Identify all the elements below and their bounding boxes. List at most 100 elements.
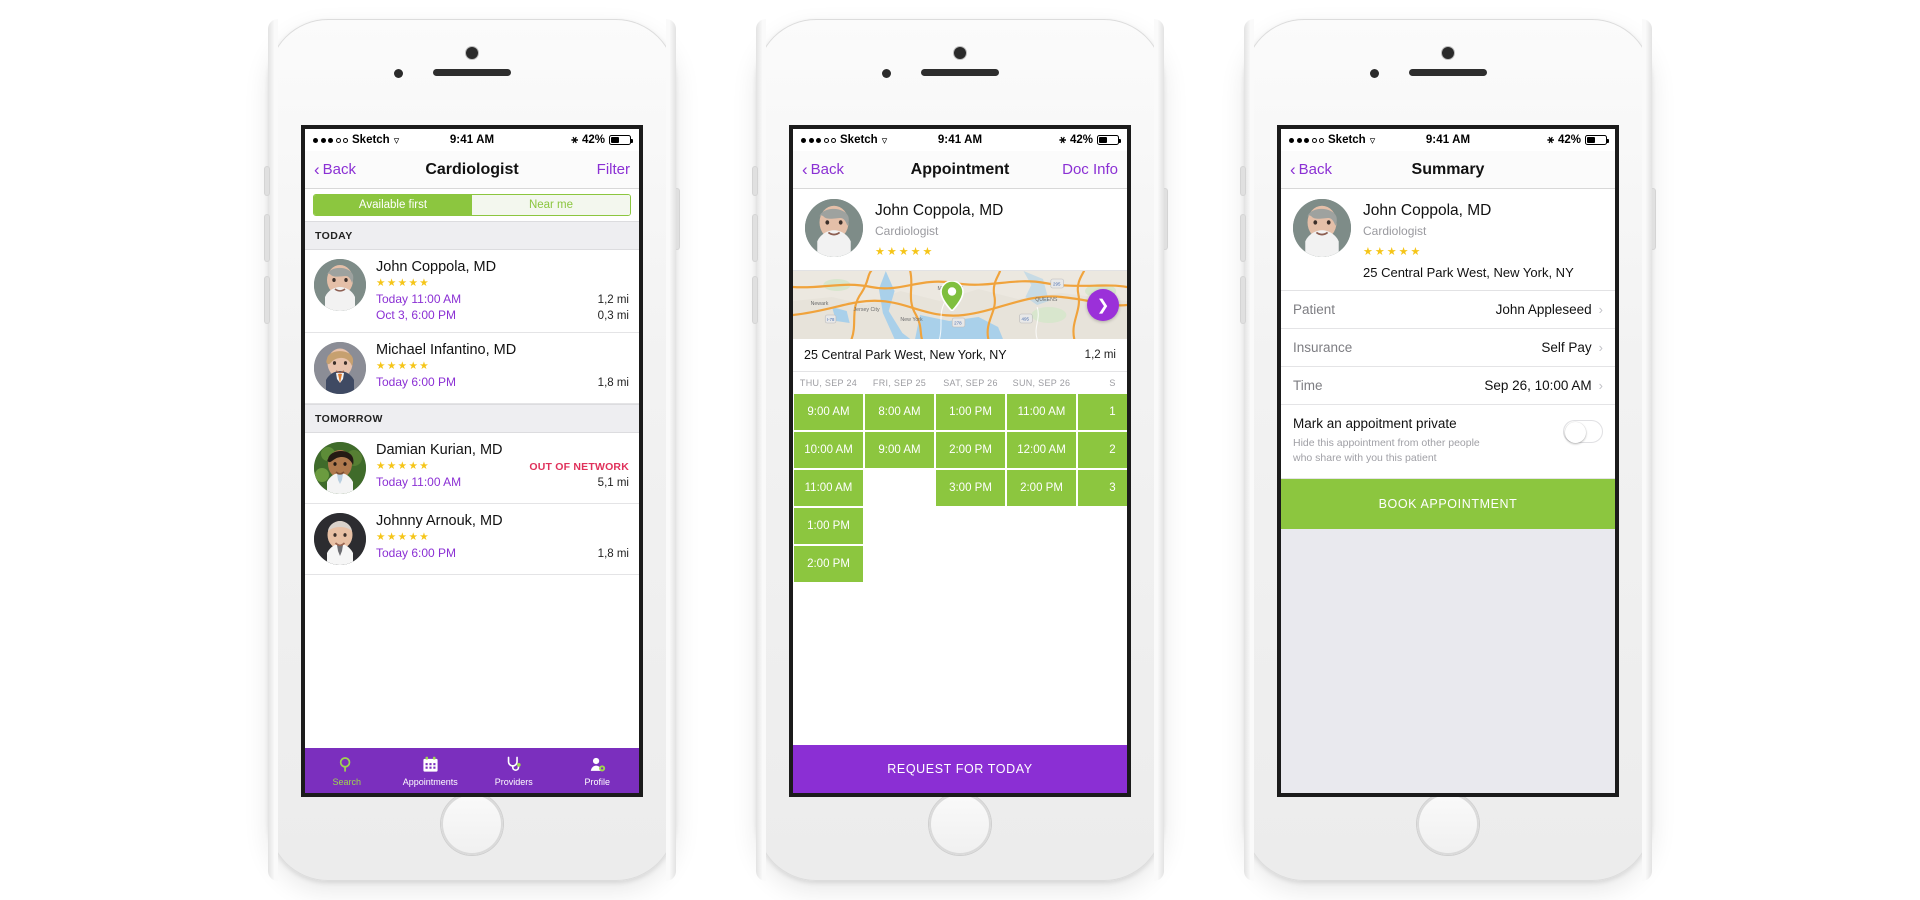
location-map[interactable]: Newark Jersey City New York MIDTOWN QUEE… xyxy=(793,271,1127,339)
volume-down-button[interactable] xyxy=(753,277,757,323)
earpiece-speaker xyxy=(921,69,999,76)
time-slot[interactable]: 12:00 AM xyxy=(1006,431,1077,469)
private-appointment-row: Mark an appoitment private Hide this app… xyxy=(1281,405,1615,480)
section-header-tomorrow: TOMORROW xyxy=(305,403,639,433)
tab-providers[interactable]: Providers xyxy=(472,755,556,787)
summary-row-time[interactable]: Time Sep 26, 10:00 AM › xyxy=(1281,367,1615,405)
segment-available-first[interactable]: Available first xyxy=(314,195,472,215)
appointment-slot[interactable]: Oct 3, 6:00 PM xyxy=(376,307,456,323)
day-header-row[interactable]: THU, SEP 24 FRI, SEP 25 SAT, SEP 26 SUN,… xyxy=(793,372,1127,393)
tab-label: Providers xyxy=(494,776,533,787)
time-slot[interactable]: 2:00 PM xyxy=(935,431,1006,469)
time-slot[interactable]: 10:00 AM xyxy=(793,431,864,469)
tab-appointments[interactable]: Appointments xyxy=(389,755,473,787)
tab-profile[interactable]: Profile xyxy=(556,755,640,787)
volume-down-button[interactable] xyxy=(1241,277,1245,323)
volume-up-button[interactable] xyxy=(265,215,269,261)
home-button[interactable] xyxy=(929,793,991,855)
tab-bar: Search Appointments Providers Profile xyxy=(305,748,639,793)
summary-row-insurance[interactable]: Insurance Self Pay › xyxy=(1281,329,1615,367)
tab-label: Profile xyxy=(584,776,610,787)
battery-percent: 42% xyxy=(1557,134,1581,146)
field-value: Sep 26, 10:00 AM xyxy=(1484,378,1592,393)
chevron-left-icon: ‹ xyxy=(1290,159,1296,179)
time-slot[interactable]: 9:00 AM xyxy=(793,393,864,431)
doctor-list-item[interactable]: Damian Kurian, MD ★★★★★ OUT OF NETWORK T… xyxy=(305,432,639,504)
doc-info-button[interactable]: Doc Info xyxy=(1062,161,1118,178)
appointment-slot[interactable]: Today 11:00 AM xyxy=(376,474,461,490)
time-slot-empty xyxy=(864,507,935,545)
avatar xyxy=(314,441,366,494)
time-slot-row: 10:00 AM 9:00 AM 2:00 PM 12:00 AM 2 xyxy=(793,431,1127,469)
signal-strength-icon xyxy=(801,137,836,143)
time-slot-row: 9:00 AM 8:00 AM 1:00 PM 11:00 AM 1 xyxy=(793,393,1127,431)
time-slot[interactable]: 11:00 AM xyxy=(793,469,864,507)
private-toggle[interactable] xyxy=(1563,420,1603,443)
appointment-slot[interactable]: Today 6:00 PM xyxy=(376,374,456,390)
filter-button[interactable]: Filter xyxy=(597,161,630,178)
time-slot[interactable]: 9:00 AM xyxy=(864,431,935,469)
summary-row-patient[interactable]: Patient John Appleseed › xyxy=(1281,291,1615,329)
carrier-label: Sketch xyxy=(1328,134,1366,146)
tab-search[interactable]: Search xyxy=(305,755,389,787)
volume-up-button[interactable] xyxy=(1241,215,1245,261)
doctor-list-item[interactable]: Johnny Arnouk, MD ★★★★★ Today 6:00 PM 1,… xyxy=(305,503,639,575)
time-slot-grid[interactable]: 9:00 AM 8:00 AM 1:00 PM 11:00 AM 1 10:00… xyxy=(793,393,1127,745)
wifi-icon: ▿ xyxy=(393,134,400,147)
chevron-left-icon: ‹ xyxy=(802,159,808,179)
doctor-name: Damian Kurian, MD xyxy=(376,441,503,458)
back-button[interactable]: ‹ Back xyxy=(314,161,356,179)
doctor-hero: John Coppola, MD Cardiologist ★★★★★ xyxy=(793,189,1127,271)
sort-segmented-control[interactable]: Available first Near me xyxy=(313,194,631,216)
time-slot-empty xyxy=(864,469,935,507)
time-slot[interactable]: 3 xyxy=(1077,469,1127,507)
calendar-icon xyxy=(422,755,439,775)
front-camera xyxy=(466,47,478,59)
bluetooth-icon: ⚹ xyxy=(1547,133,1554,146)
time-slot[interactable]: 1:00 PM xyxy=(793,507,864,545)
time-slot[interactable]: 1:00 PM xyxy=(935,393,1006,431)
time-slot[interactable]: 1 xyxy=(1077,393,1127,431)
volume-up-button[interactable] xyxy=(753,215,757,261)
mute-switch[interactable] xyxy=(1241,167,1245,195)
nav-bar-1: ‹ Back Cardiologist Filter xyxy=(305,151,639,189)
section-header-today: TODAY xyxy=(305,221,639,250)
proximity-sensor xyxy=(394,69,403,78)
map-expand-button[interactable]: ❯ xyxy=(1087,289,1119,321)
power-button[interactable] xyxy=(1163,189,1167,249)
field-label: Insurance xyxy=(1293,340,1353,355)
time-slot[interactable]: 11:00 AM xyxy=(1006,393,1077,431)
time-slot[interactable]: 3:00 PM xyxy=(935,469,1006,507)
home-button[interactable] xyxy=(441,793,503,855)
segment-near-me[interactable]: Near me xyxy=(472,195,630,215)
chevron-right-icon: › xyxy=(1598,340,1603,355)
chevron-right-icon: ❯ xyxy=(1096,297,1110,314)
doctor-list-item[interactable]: Michael Infantino, MD ★★★★★ Today 6:00 P… xyxy=(305,332,639,404)
time-slot[interactable]: 2:00 PM xyxy=(1006,469,1077,507)
volume-down-button[interactable] xyxy=(265,277,269,323)
doctor-name: John Coppola, MD xyxy=(875,202,1004,219)
empty-area xyxy=(1281,529,1615,793)
doctor-list-item[interactable]: John Coppola, MD ★★★★★ Today 11:00 AM 1,… xyxy=(305,250,639,333)
day-label: THU, SEP 24 xyxy=(799,378,858,388)
doctor-list[interactable]: TODAY John Coppola, MD ★★★★★ Today 11:00… xyxy=(305,221,639,748)
day-label: S xyxy=(1109,378,1116,388)
home-button[interactable] xyxy=(1417,793,1479,855)
time-slot[interactable]: 2 xyxy=(1077,431,1127,469)
svg-text:295: 295 xyxy=(1053,282,1061,287)
book-appointment-button[interactable]: BOOK APPOINTMENT xyxy=(1281,479,1615,530)
request-for-today-button[interactable]: REQUEST FOR TODAY xyxy=(793,745,1127,793)
power-button[interactable] xyxy=(675,189,679,249)
day-label: SUN, SEP 26 xyxy=(1012,378,1071,388)
mute-switch[interactable] xyxy=(753,167,757,195)
mute-switch[interactable] xyxy=(265,167,269,195)
appointment-slot[interactable]: Today 6:00 PM xyxy=(376,545,456,561)
distance-label: 0,3 mi xyxy=(597,309,629,322)
back-button[interactable]: ‹ Back xyxy=(1290,159,1332,179)
time-slot[interactable]: 2:00 PM xyxy=(793,545,864,583)
appointment-slot[interactable]: Today 11:00 AM xyxy=(376,291,461,307)
back-button[interactable]: ‹ Back xyxy=(802,159,844,179)
power-button[interactable] xyxy=(1651,189,1655,249)
profile-gear-icon xyxy=(589,755,606,775)
time-slot[interactable]: 8:00 AM xyxy=(864,393,935,431)
